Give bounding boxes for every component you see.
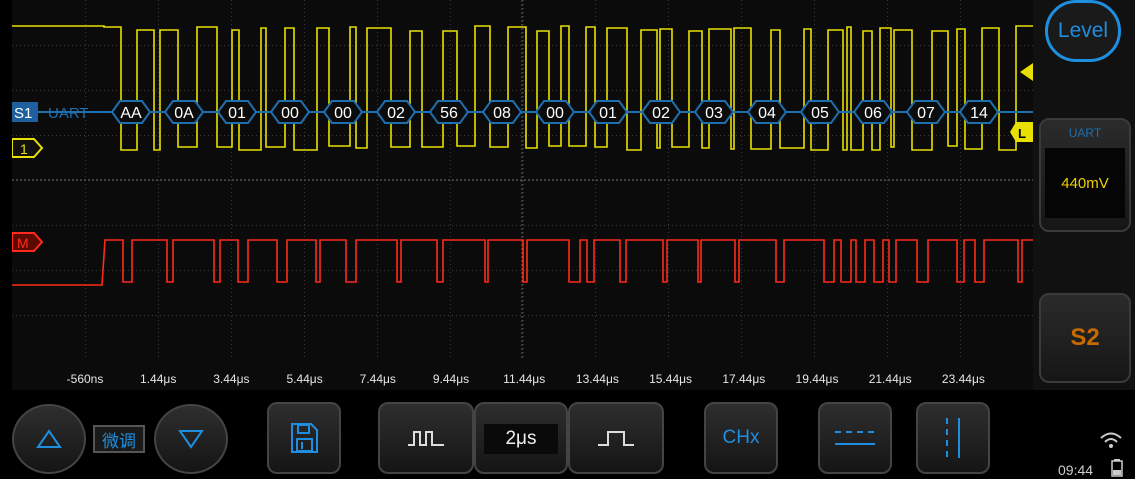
right-panel: Level UART 440mV S2 [1033, 0, 1135, 390]
bus-frame-value: 05 [811, 105, 829, 122]
bus-frame-value: 14 [970, 105, 988, 122]
time-tick-label: 5.44μs [286, 372, 323, 386]
bus-frame-value: 03 [705, 105, 723, 122]
time-tick-label: 19.44μs [795, 372, 839, 386]
uart-level-box[interactable]: UART 440mV [1039, 118, 1131, 232]
waveform-display[interactable]: S1 UART AA 0A 01 00 00 02 56 08 00 01 02 03 04 05 06 07 14… [12, 0, 1033, 390]
time-tick-label: 23.44μs [941, 372, 985, 386]
bus-frame-value: 56 [440, 105, 458, 122]
bus-frame-value: 01 [228, 105, 246, 122]
wifi-icon [1100, 432, 1122, 448]
bus-frame-value: 04 [758, 105, 776, 122]
trigger-arrow [1020, 63, 1033, 81]
time-tick-label: 15.44μs [649, 372, 693, 386]
time-tick-label: 13.44μs [575, 372, 619, 386]
save-icon [291, 423, 318, 453]
time-tick-label: 3.44μs [213, 372, 250, 386]
save-button[interactable] [267, 402, 341, 474]
timebase-increase-button[interactable] [568, 402, 664, 474]
time-tick-label: 9.44μs [432, 372, 470, 386]
trigger-level-button[interactable]: Level [1045, 0, 1121, 62]
bus-frame-value: 08 [493, 105, 511, 122]
bus-frame-value: 00 [546, 105, 564, 122]
math-marker-label: M [17, 235, 29, 251]
chx-button[interactable]: CHx [704, 402, 778, 474]
vertical-cursors-icon [946, 418, 960, 458]
fine-adjust-label[interactable]: 微调 [93, 425, 145, 453]
trigger-level-label: L [1018, 126, 1026, 141]
triangle-up-icon [36, 429, 62, 448]
timebase-decrease-button[interactable] [378, 402, 474, 474]
bus-frame-value: 02 [652, 105, 670, 122]
uart-level-header: UART [1068, 126, 1102, 140]
time-tick-label: -560ns [66, 372, 104, 386]
bus-frame-value: 00 [281, 105, 299, 122]
narrow-pulse-icon [408, 431, 444, 446]
battery-icon [1111, 459, 1123, 477]
fine-down-button[interactable] [154, 404, 228, 474]
bus-frame-value: 01 [599, 105, 617, 122]
waveform-canvas: S1 UART AA 0A 01 00 00 02 56 08 00 01 02 03 04 05 06 07 14… [12, 0, 1033, 360]
wide-pulse-icon [598, 431, 634, 446]
bus-frame-value: 06 [864, 105, 882, 122]
bus-frame-value: AA [120, 105, 142, 122]
timebase-value: 2μs [484, 424, 558, 454]
time-tick-label: 21.44μs [868, 372, 912, 386]
s2-button[interactable]: S2 [1039, 293, 1131, 383]
time-tick-label: 1.44μs [140, 372, 177, 386]
bus-protocol-label: UART [48, 105, 89, 122]
bus-frame-value: 02 [387, 105, 405, 122]
horizontal-cursor-button[interactable] [818, 402, 892, 474]
fine-up-button[interactable] [12, 404, 86, 474]
time-tick-label: 17.44μs [722, 372, 766, 386]
bus-frame-value: 0A [174, 105, 194, 122]
math-waveform [12, 239, 1033, 286]
ch1-marker-label: 1 [20, 141, 28, 157]
uart-level-value: 440mV [1045, 148, 1125, 218]
time-tick-label: 7.44μs [359, 372, 396, 386]
bus-badge-label: S1 [14, 105, 32, 122]
bus-frame-value: 00 [334, 105, 352, 122]
bus-frame-value: 07 [917, 105, 935, 122]
clock: 09:44 [1058, 462, 1094, 478]
time-tick-label: 11.44μs [503, 372, 546, 386]
triangle-down-icon [178, 430, 204, 449]
vertical-cursor-button[interactable] [916, 402, 990, 474]
horizontal-cursors-icon [835, 431, 875, 445]
